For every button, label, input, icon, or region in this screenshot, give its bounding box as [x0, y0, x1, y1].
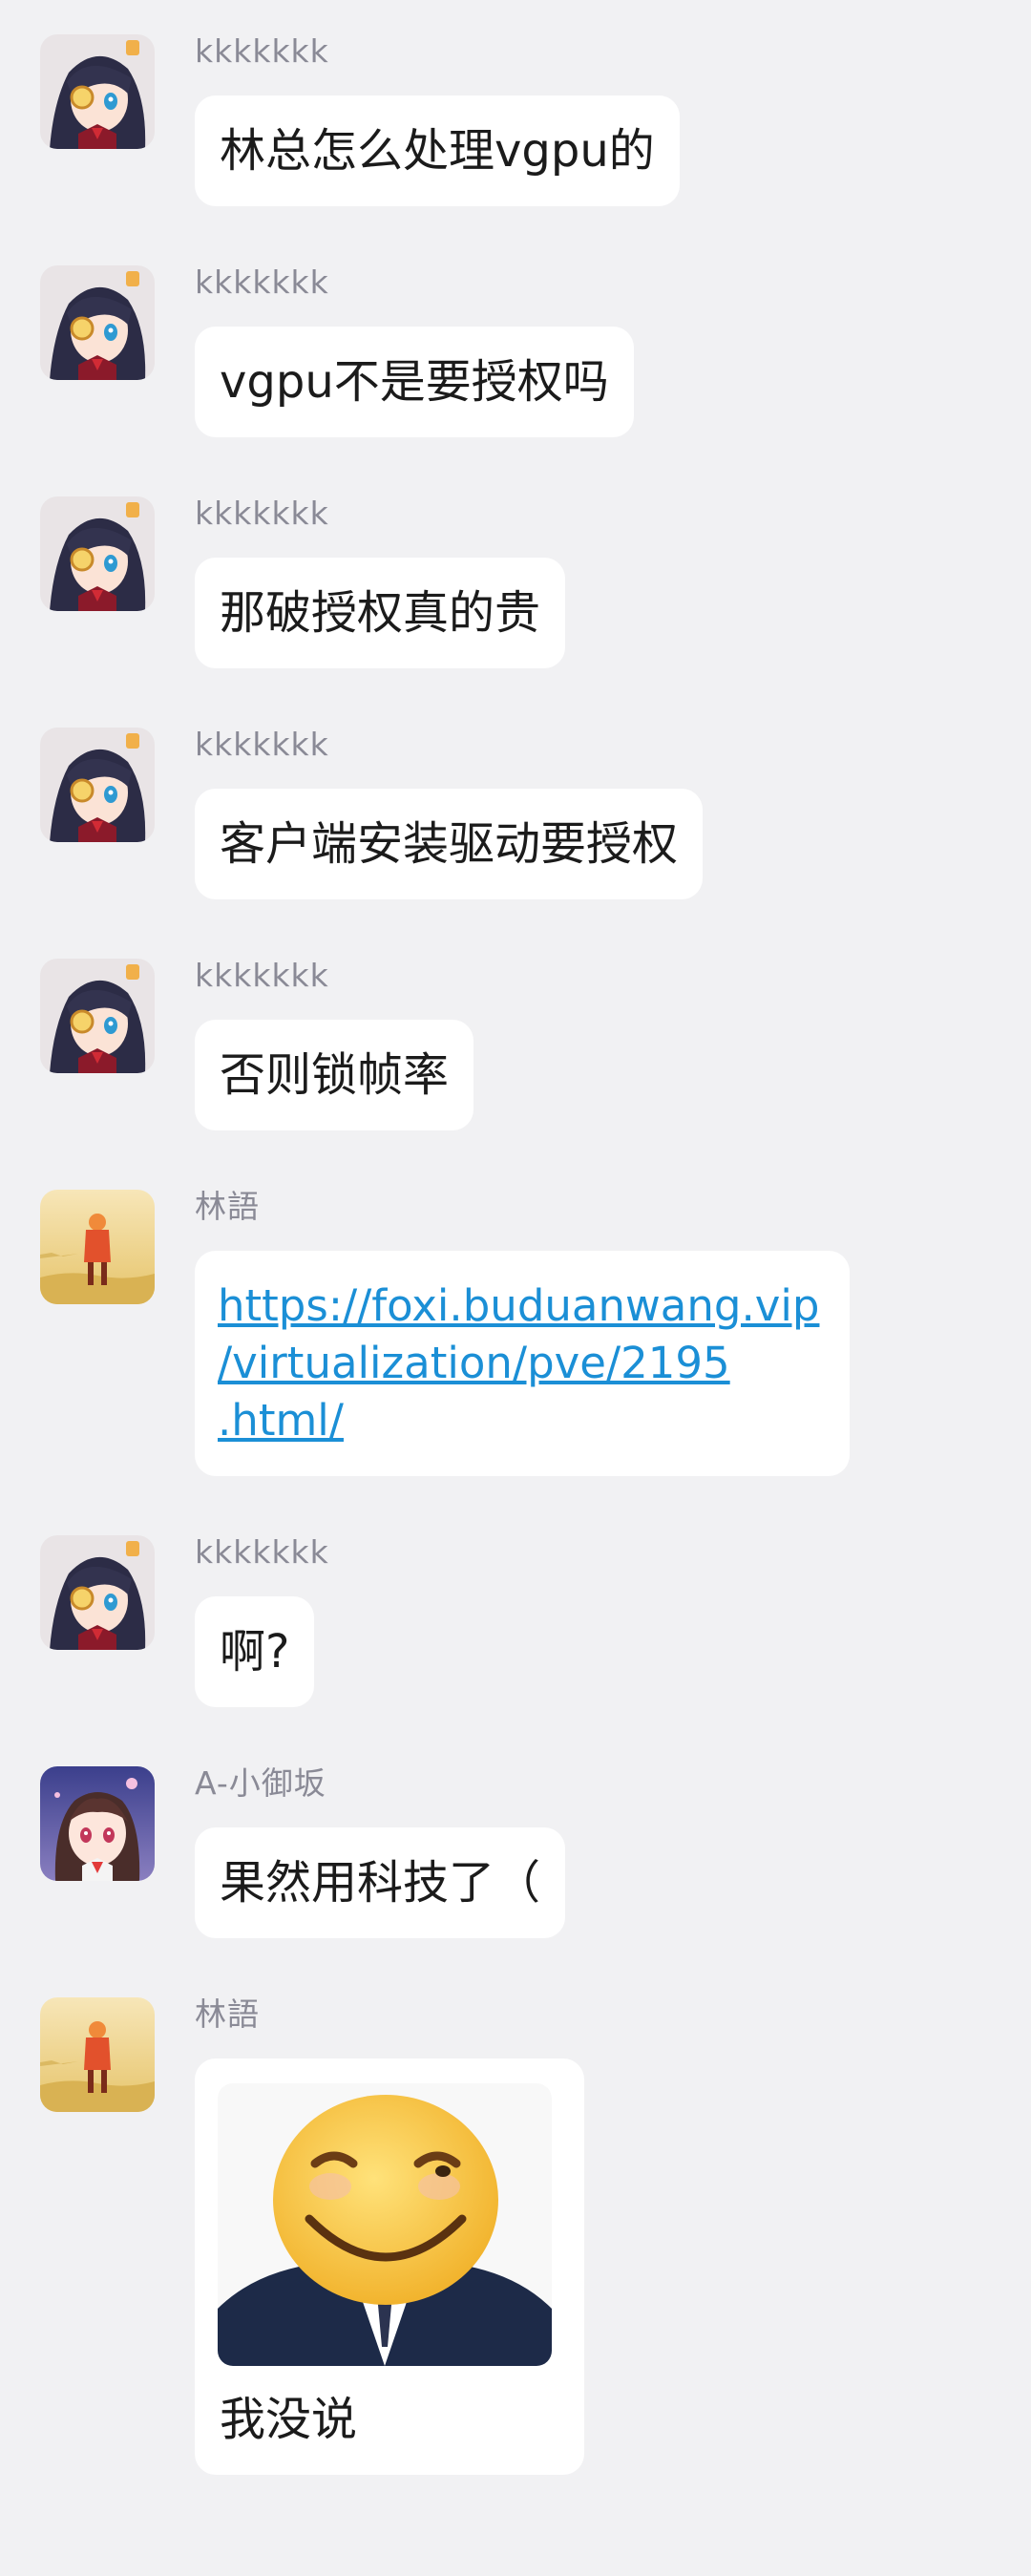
message-bubble[interactable]: 客户端安装驱动要授权 — [195, 789, 704, 899]
sender-name: kkkkkkk — [195, 264, 329, 301]
message-bubble[interactable]: 否则锁帧率 — [195, 1020, 474, 1130]
sender-name: A-小御坂 — [195, 1764, 326, 1802]
sender-name: kkkkkkk — [195, 1533, 329, 1571]
sender-avatar[interactable] — [40, 265, 155, 380]
message-item: kkkkkkk vgpu不是要授权吗 — [0, 231, 1031, 460]
message-item: kkkkkkk 林总怎么处理vgpu的 — [0, 0, 1031, 229]
sender-avatar[interactable] — [40, 1766, 155, 1881]
message-bubble[interactable]: 那破授权真的贵 — [195, 558, 566, 668]
message-bubble[interactable]: https://foxi.buduanwang.vip /virtualizat… — [195, 1251, 850, 1476]
message-text: 那破授权真的贵 — [220, 586, 541, 640]
sender-name: kkkkkkk — [195, 32, 329, 70]
message-item: 林語 https://foxi.buduanwang.vip /virtuali… — [0, 1155, 1031, 1499]
sender-avatar[interactable] — [40, 1997, 155, 2112]
message-item: kkkkkkk 否则锁帧率 — [0, 924, 1031, 1153]
message-text: vgpu不是要授权吗 — [220, 355, 609, 409]
sender-avatar[interactable] — [40, 1535, 155, 1650]
sender-name: kkkkkkk — [195, 957, 329, 994]
anime-girl-eyepatch-avatar-icon — [40, 496, 155, 611]
message-link[interactable]: https://foxi.buduanwang.vip /virtualizat… — [218, 1277, 827, 1449]
sender-avatar[interactable] — [40, 959, 155, 1073]
anime-girl-eyepatch-avatar-icon — [40, 728, 155, 842]
sender-name: kkkkkkk — [195, 726, 329, 763]
message-item: kkkkkkk 那破授权真的贵 — [0, 462, 1031, 691]
message-bubble[interactable]: vgpu不是要授权吗 — [195, 327, 634, 437]
message-item: kkkkkkk 啊? — [0, 1501, 1031, 1730]
message-bubble[interactable]: 啊? — [195, 1596, 315, 1707]
sender-name: kkkkkkk — [195, 495, 329, 532]
chat-message-list[interactable]: kkkkkkk 林总怎么处理vgpu的 kkkkkkk vgpu不是要授权吗 k… — [0, 0, 1031, 2576]
sender-avatar[interactable] — [40, 728, 155, 842]
message-text: 果然用科技了（ — [220, 1856, 541, 1910]
message-item: kkkkkkk 客户端安装驱动要授权 — [0, 693, 1031, 922]
anime-girl-eyepatch-avatar-icon — [40, 34, 155, 149]
smiling-face-in-suit-sticker-icon — [218, 2083, 552, 2366]
message-text: 林总怎么处理vgpu的 — [220, 124, 655, 178]
sender-name: 林語 — [195, 1188, 260, 1225]
anime-girl-eyepatch-avatar-icon — [40, 265, 155, 380]
anime-girl-eyepatch-avatar-icon — [40, 959, 155, 1073]
anime-girl-pink-hair-avatar-icon — [40, 1766, 155, 1881]
sender-name: 林語 — [195, 1995, 260, 2033]
sticker-image[interactable] — [218, 2083, 552, 2366]
message-text: 我没说 — [220, 2393, 358, 2446]
message-item: 林語 我没说 — [0, 1963, 1031, 2576]
message-bubble[interactable]: 林总怎么处理vgpu的 — [195, 95, 680, 206]
anime-girl-eyepatch-avatar-icon — [40, 1535, 155, 1650]
sender-avatar[interactable] — [40, 1190, 155, 1304]
message-item: A-小御坂 果然用科技了（ — [0, 1732, 1031, 1961]
message-text: 否则锁帧率 — [220, 1048, 450, 1102]
message-bubble[interactable]: 我没说 — [195, 2059, 584, 2475]
message-text: 客户端安装驱动要授权 — [220, 817, 679, 871]
message-bubble[interactable]: 果然用科技了（ — [195, 1827, 566, 1938]
sender-avatar[interactable] — [40, 496, 155, 611]
sender-avatar[interactable] — [40, 34, 155, 149]
message-text: 啊? — [220, 1625, 290, 1679]
red-figure-yellow-field-avatar-icon — [40, 1997, 155, 2112]
red-figure-yellow-field-avatar-icon — [40, 1190, 155, 1304]
